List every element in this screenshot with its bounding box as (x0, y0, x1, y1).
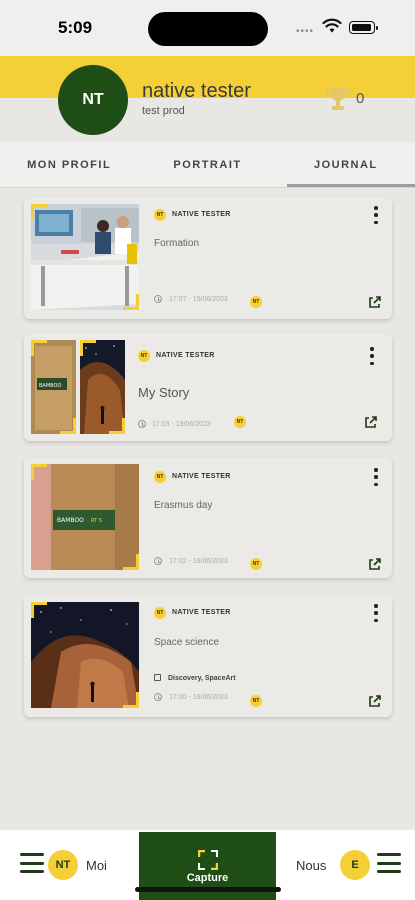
trophy-count: 0 (356, 90, 365, 107)
frame-corner (123, 554, 139, 570)
tab-portrait[interactable]: PORTRAIT (138, 142, 276, 187)
menu-icon[interactable] (377, 853, 401, 873)
clock-icon (154, 557, 162, 565)
owner-badge: NT (250, 695, 262, 707)
share-icon[interactable] (368, 295, 382, 309)
post-author: NATIVE TESTER (156, 352, 215, 359)
profile-avatar[interactable]: NT (58, 65, 128, 135)
post-timestamp: 17:02 - 19/06/2023 (169, 558, 228, 565)
post-timestamp: 17:03 - 19/06/2023 (152, 421, 211, 428)
dynamic-island (148, 12, 268, 46)
post-tags: Discovery, SpaceArt (168, 675, 236, 682)
capture-label: Capture (186, 872, 229, 884)
battery-icon (349, 21, 378, 34)
cup-brand-text: BAMBOO (39, 383, 61, 389)
capture-frame-icon (198, 850, 218, 870)
tag-icon (154, 674, 161, 681)
journal-card[interactable]: NT NATIVE TESTER Space science Discovery… (24, 595, 392, 717)
nav-moi-avatar[interactable]: NT (48, 850, 78, 880)
post-title: Formation (154, 238, 200, 249)
tab-journal[interactable]: JOURNAL (277, 142, 415, 187)
nav-nous-label[interactable]: Nous (296, 858, 326, 873)
post-author: NATIVE TESTER (172, 473, 231, 480)
menu-icon[interactable] (20, 853, 44, 873)
post-author: NATIVE TESTER (172, 609, 231, 616)
cup-brand-text: BAMBOO (57, 517, 84, 524)
share-icon[interactable] (368, 557, 382, 571)
more-options-icon[interactable] (373, 604, 379, 622)
home-indicator (135, 887, 281, 892)
post-timestamp: 17:07 - 19/06/2023 (169, 296, 228, 303)
post-title: My Story (138, 385, 190, 400)
owner-badge: NT (250, 558, 262, 570)
journal-card[interactable]: BAMBOO NT NATIVE TESTER My Story 17:03 -… (24, 333, 392, 441)
frame-corner (31, 464, 47, 480)
post-title: Space science (154, 637, 220, 648)
more-options-icon[interactable] (373, 468, 379, 486)
trophy-icon[interactable] (325, 85, 351, 113)
status-bar: 5:09 •••• (0, 0, 415, 56)
more-options-icon[interactable] (373, 206, 379, 224)
post-title: Erasmus day (154, 500, 213, 511)
tab-mon-profil[interactable]: MON PROFIL (0, 142, 138, 187)
frame-corner (123, 294, 139, 310)
share-icon[interactable] (364, 415, 378, 429)
frame-corner (60, 418, 76, 434)
frame-corner (31, 602, 47, 618)
post-image[interactable] (80, 340, 125, 434)
frame-corner (123, 692, 139, 708)
post-image[interactable]: BAMBOO (31, 340, 76, 434)
owner-badge: NT (250, 296, 262, 308)
frame-corner (80, 340, 96, 356)
frame-corner (31, 204, 47, 220)
frame-corner (109, 418, 125, 434)
post-timestamp: 17:00 - 19/06/2023 (169, 694, 228, 701)
journal-card[interactable]: NT NATIVE TESTER Formation 17:07 - 19/06… (24, 197, 392, 319)
post-image[interactable] (31, 602, 139, 708)
clock-icon (138, 420, 146, 428)
owner-badge: NT (234, 416, 246, 428)
clock-icon (154, 693, 162, 701)
profile-subtitle: test prod (142, 105, 185, 117)
clock-icon (154, 295, 162, 303)
author-badge: NT (154, 209, 166, 221)
author-badge: NT (154, 471, 166, 483)
post-image[interactable]: BAMBOO RT S (31, 464, 139, 570)
status-time: 5:09 (58, 18, 93, 37)
wifi-icon (322, 18, 342, 33)
frame-corner (31, 340, 47, 356)
profile-name: native tester (142, 80, 251, 102)
more-options-icon[interactable] (369, 347, 375, 365)
journal-card[interactable]: BAMBOO RT S NT NATIVE TESTER Erasmus day… (24, 457, 392, 578)
cup-print-text: RT S (91, 518, 102, 524)
author-badge: NT (154, 607, 166, 619)
post-author: NATIVE TESTER (172, 211, 231, 218)
profile-tabs: MON PROFIL PORTRAIT JOURNAL (0, 142, 415, 188)
signal-icon: •••• (296, 26, 315, 37)
author-badge: NT (138, 350, 150, 362)
post-image[interactable] (31, 204, 139, 310)
share-icon[interactable] (368, 694, 382, 708)
nav-moi-label[interactable]: Moi (86, 858, 107, 873)
nav-nous-avatar[interactable]: E (340, 850, 370, 880)
